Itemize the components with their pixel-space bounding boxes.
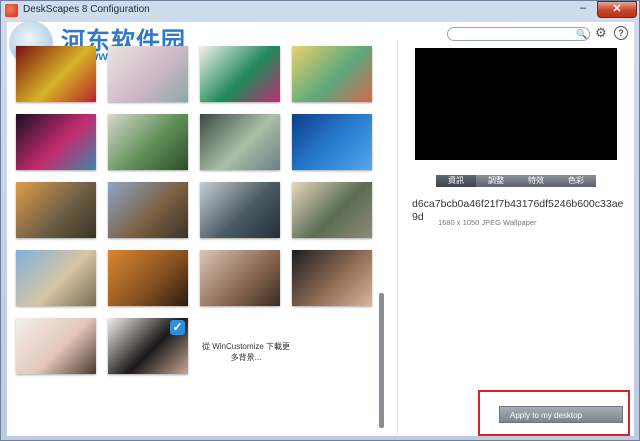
wallpaper-thumbnail-man-portrait[interactable] [292, 250, 372, 306]
wallpaper-thumbnail-beach-rocks[interactable] [16, 250, 96, 306]
wallpaper-thumbnail-neon-circles[interactable] [16, 114, 96, 170]
tab-1[interactable]: 調整 [476, 175, 516, 187]
wallpaper-thumbnail-woman-smile[interactable] [16, 318, 96, 374]
minimize-button[interactable]: – [569, 1, 597, 18]
wallpaper-thumbnail-colorful-tree[interactable] [200, 46, 280, 102]
close-button[interactable]: ✕ [597, 1, 637, 18]
wallpaper-preview [415, 48, 617, 160]
detail-tabs: 資訊 調整 特效 色彩 [436, 175, 596, 187]
wallpaper-thumbnail-rice-terraces[interactable] [292, 182, 372, 238]
wallpaper-meta: 1680 x 1050 JPEG Wallpaper [438, 218, 537, 227]
help-icon[interactable]: ? [614, 26, 628, 40]
search-input[interactable] [454, 28, 569, 40]
title-bar[interactable]: DeskScapes 8 Configuration – ✕ [1, 1, 639, 21]
wallpaper-thumbnail-woman-portrait[interactable] [200, 250, 280, 306]
tab-0[interactable]: 資訊 [436, 175, 476, 187]
apply-button[interactable]: Apply to my desktop [499, 406, 623, 423]
wallpaper-thumbnail-windows-7[interactable] [292, 114, 372, 170]
wallpaper-thumbnail-fantasy-land[interactable] [292, 46, 372, 102]
wallpaper-thumbnail-geometric-shards[interactable] [200, 114, 280, 170]
wallpaper-thumbnail-golden-bridge[interactable] [108, 250, 188, 306]
wallpaper-thumbnail-green-forest[interactable] [108, 114, 188, 170]
wallpaper-thumbnail-woman-hair[interactable]: ✓ [108, 318, 188, 374]
app-icon [5, 4, 18, 17]
search-icon[interactable]: 🔍 [576, 29, 587, 40]
wallpaper-thumbnail-great-wall[interactable] [108, 182, 188, 238]
download-more-link[interactable]: 從 WinCustomize 下載更多背景... [201, 341, 291, 363]
wallpaper-thumbnail-red-abstract[interactable] [16, 46, 96, 102]
panel-divider [397, 41, 398, 434]
wallpaper-thumbnail-river-sunset[interactable] [16, 182, 96, 238]
wallpaper-thumbnail-pastel-flowers[interactable] [108, 46, 188, 102]
window-title: DeskScapes 8 Configuration [23, 4, 150, 15]
wallpaper-thumbnail-mountain-peaks[interactable] [200, 182, 280, 238]
gallery-scrollbar-thumb[interactable] [379, 293, 384, 428]
search-box[interactable]: 🔍 [447, 27, 590, 41]
tab-3[interactable]: 色彩 [556, 175, 596, 187]
tab-2[interactable]: 特效 [516, 175, 556, 187]
selected-check-icon: ✓ [170, 320, 185, 335]
gear-icon[interactable]: ⚙ [595, 25, 607, 41]
